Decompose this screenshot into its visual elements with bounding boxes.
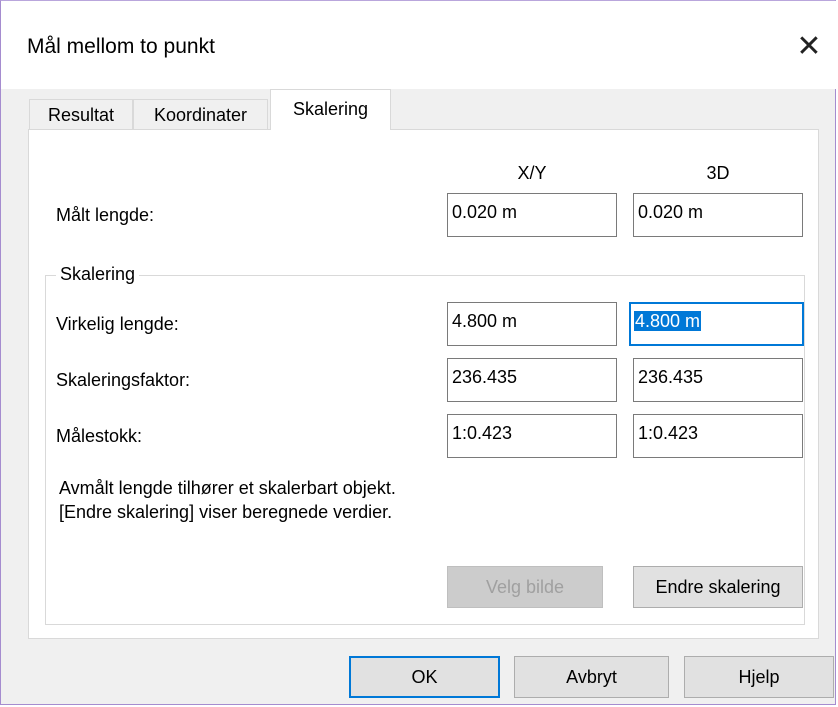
measured-length-label: Målt lengde: xyxy=(56,205,155,225)
map-scale-3d-field[interactable]: 1:0.423 xyxy=(633,414,803,458)
ok-button[interactable]: OK xyxy=(349,656,500,698)
real-length-xy-field[interactable]: 4.800 m xyxy=(447,302,617,346)
tab-koordinater[interactable]: Koordinater xyxy=(133,99,268,129)
tab-resultat[interactable]: Resultat xyxy=(29,99,133,129)
scaling-group-title: Skalering xyxy=(56,264,140,285)
title-bar: Mål mellom to punkt ✕ xyxy=(1,1,837,89)
map-scale-xy-field[interactable]: 1:0.423 xyxy=(447,414,617,458)
column-header-xy: X/Y xyxy=(517,163,547,183)
measured-length-3d-field[interactable]: 0.020 m xyxy=(633,193,803,237)
real-length-label: Virkelig lengde: xyxy=(56,314,179,334)
measure-dialog: Mål mellom to punkt ✕ Resultat Koordinat… xyxy=(0,0,837,705)
scaling-note-line2: [Endre skalering] viser beregnede verdie… xyxy=(59,502,393,522)
select-image-button[interactable]: Velg bilde xyxy=(447,566,603,608)
measured-length-xy-field[interactable]: 0.020 m xyxy=(447,193,617,237)
cancel-button[interactable]: Avbryt xyxy=(514,656,669,698)
scale-factor-label: Skaleringsfaktor: xyxy=(56,370,191,390)
scale-factor-3d-field[interactable]: 236.435 xyxy=(633,358,803,402)
help-button[interactable]: Hjelp xyxy=(684,656,834,698)
map-scale-label: Målestokk: xyxy=(56,426,143,446)
selected-text: 4.800 m xyxy=(634,311,702,331)
tab-skalering[interactable]: Skalering xyxy=(270,89,391,130)
scaling-note-line1: Avmålt lengde tilhører et skalerbart obj… xyxy=(59,478,396,498)
scale-factor-xy-field[interactable]: 236.435 xyxy=(447,358,617,402)
column-header-3d: 3D xyxy=(706,163,730,183)
tab-panel-skalering: X/Y 3D Målt lengde: 0.020 m 0.020 m Skal… xyxy=(28,129,819,639)
close-icon[interactable]: ✕ xyxy=(789,27,829,67)
change-scaling-button[interactable]: Endre skalering xyxy=(633,566,803,608)
real-length-3d-field[interactable]: 4.800 m xyxy=(629,302,804,346)
dialog-title: Mål mellom to punkt xyxy=(27,35,215,58)
